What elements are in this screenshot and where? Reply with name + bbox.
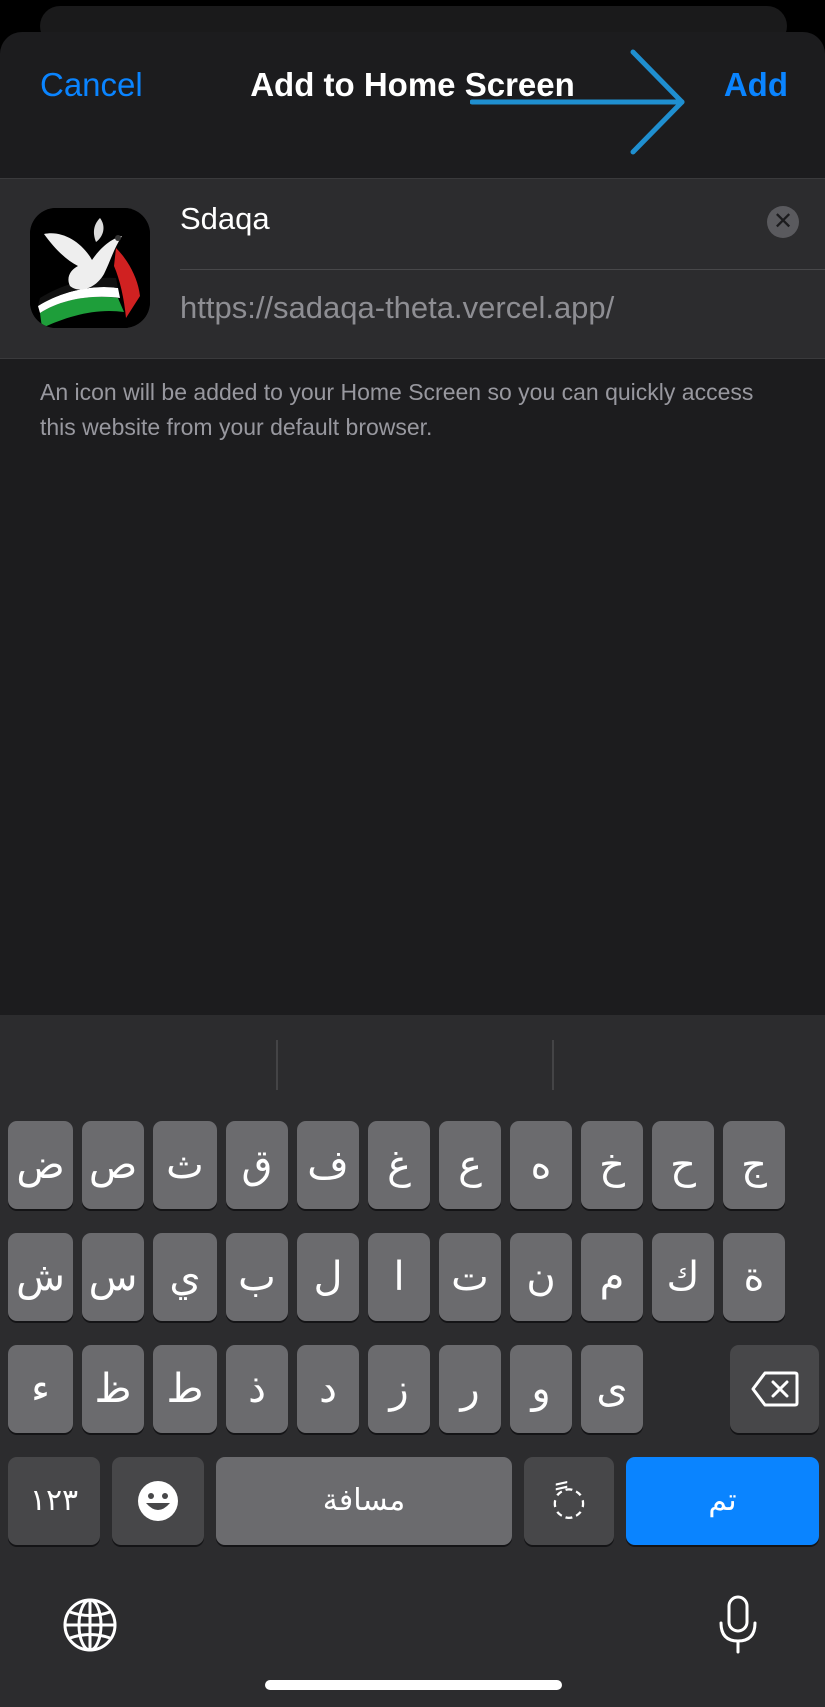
key[interactable]: ت — [439, 1233, 501, 1321]
globe-icon[interactable] — [62, 1597, 118, 1653]
key[interactable]: و — [510, 1345, 572, 1433]
key[interactable]: ر — [439, 1345, 501, 1433]
key[interactable]: ذ — [226, 1345, 288, 1433]
emoji-icon — [138, 1481, 178, 1521]
key[interactable]: ف — [297, 1121, 359, 1209]
space-key[interactable]: مسافة — [216, 1457, 512, 1545]
key[interactable]: ن — [510, 1233, 572, 1321]
delete-key[interactable] — [730, 1345, 819, 1433]
key[interactable]: ل — [297, 1233, 359, 1321]
key[interactable]: ى — [581, 1345, 643, 1433]
key[interactable]: ج — [723, 1121, 785, 1209]
key[interactable]: ه — [510, 1121, 572, 1209]
home-indicator — [265, 1680, 562, 1690]
key[interactable]: ش — [8, 1233, 73, 1321]
emoji-key[interactable] — [112, 1457, 204, 1545]
suggestion-divider — [276, 1040, 278, 1090]
nav-bar: Cancel Add to Home Screen Add — [0, 32, 825, 178]
field-divider — [180, 269, 825, 270]
url-text: https://sadaqa-theta.vercel.app/ — [180, 290, 615, 325]
key[interactable]: خ — [581, 1121, 643, 1209]
key[interactable]: م — [581, 1233, 643, 1321]
key[interactable]: س — [82, 1233, 144, 1321]
app-entry-card: Sdaqa ✕ https://sadaqa-theta.vercel.app/ — [0, 179, 825, 359]
keyboard: ضصثقفغعهخحج شسيبلاتنمكة ءظطذدزروى ١٢٣ مساف… — [0, 1015, 825, 1707]
add-button[interactable]: Add — [724, 66, 788, 104]
name-field[interactable]: Sdaqa — [180, 201, 270, 237]
key[interactable]: ع — [439, 1121, 501, 1209]
key[interactable]: د — [297, 1345, 359, 1433]
delete-key-icon — [751, 1371, 798, 1407]
close-icon: ✕ — [772, 208, 794, 235]
key[interactable]: غ — [368, 1121, 430, 1209]
diacritic-key[interactable]: ◌ً — [524, 1457, 614, 1545]
info-footnote: An icon will be added to your Home Scree… — [40, 379, 754, 440]
key[interactable]: ب — [226, 1233, 288, 1321]
key[interactable]: ة — [723, 1233, 785, 1321]
microphone-icon[interactable] — [717, 1595, 759, 1655]
key[interactable]: ظ — [82, 1345, 144, 1433]
key[interactable]: ط — [153, 1345, 217, 1433]
numbers-key[interactable]: ١٢٣ — [8, 1457, 100, 1545]
key[interactable]: ق — [226, 1121, 288, 1209]
page-title: Add to Home Screen — [250, 66, 575, 103]
key[interactable]: ي — [153, 1233, 217, 1321]
key[interactable]: ص — [82, 1121, 144, 1209]
suggestion-divider — [552, 1040, 554, 1090]
key[interactable]: ض — [8, 1121, 73, 1209]
clear-text-button[interactable]: ✕ — [767, 206, 799, 238]
key[interactable]: ز — [368, 1345, 430, 1433]
key[interactable]: ء — [8, 1345, 73, 1433]
key[interactable]: ك — [652, 1233, 714, 1321]
app-icon — [30, 208, 150, 328]
dove-flag-icon — [30, 208, 150, 328]
key[interactable]: ح — [652, 1121, 714, 1209]
done-key[interactable]: تم — [626, 1457, 819, 1545]
key[interactable]: ث — [153, 1121, 217, 1209]
key[interactable]: ا — [368, 1233, 430, 1321]
divider — [0, 358, 825, 359]
annotation-arrow-icon — [470, 49, 685, 155]
